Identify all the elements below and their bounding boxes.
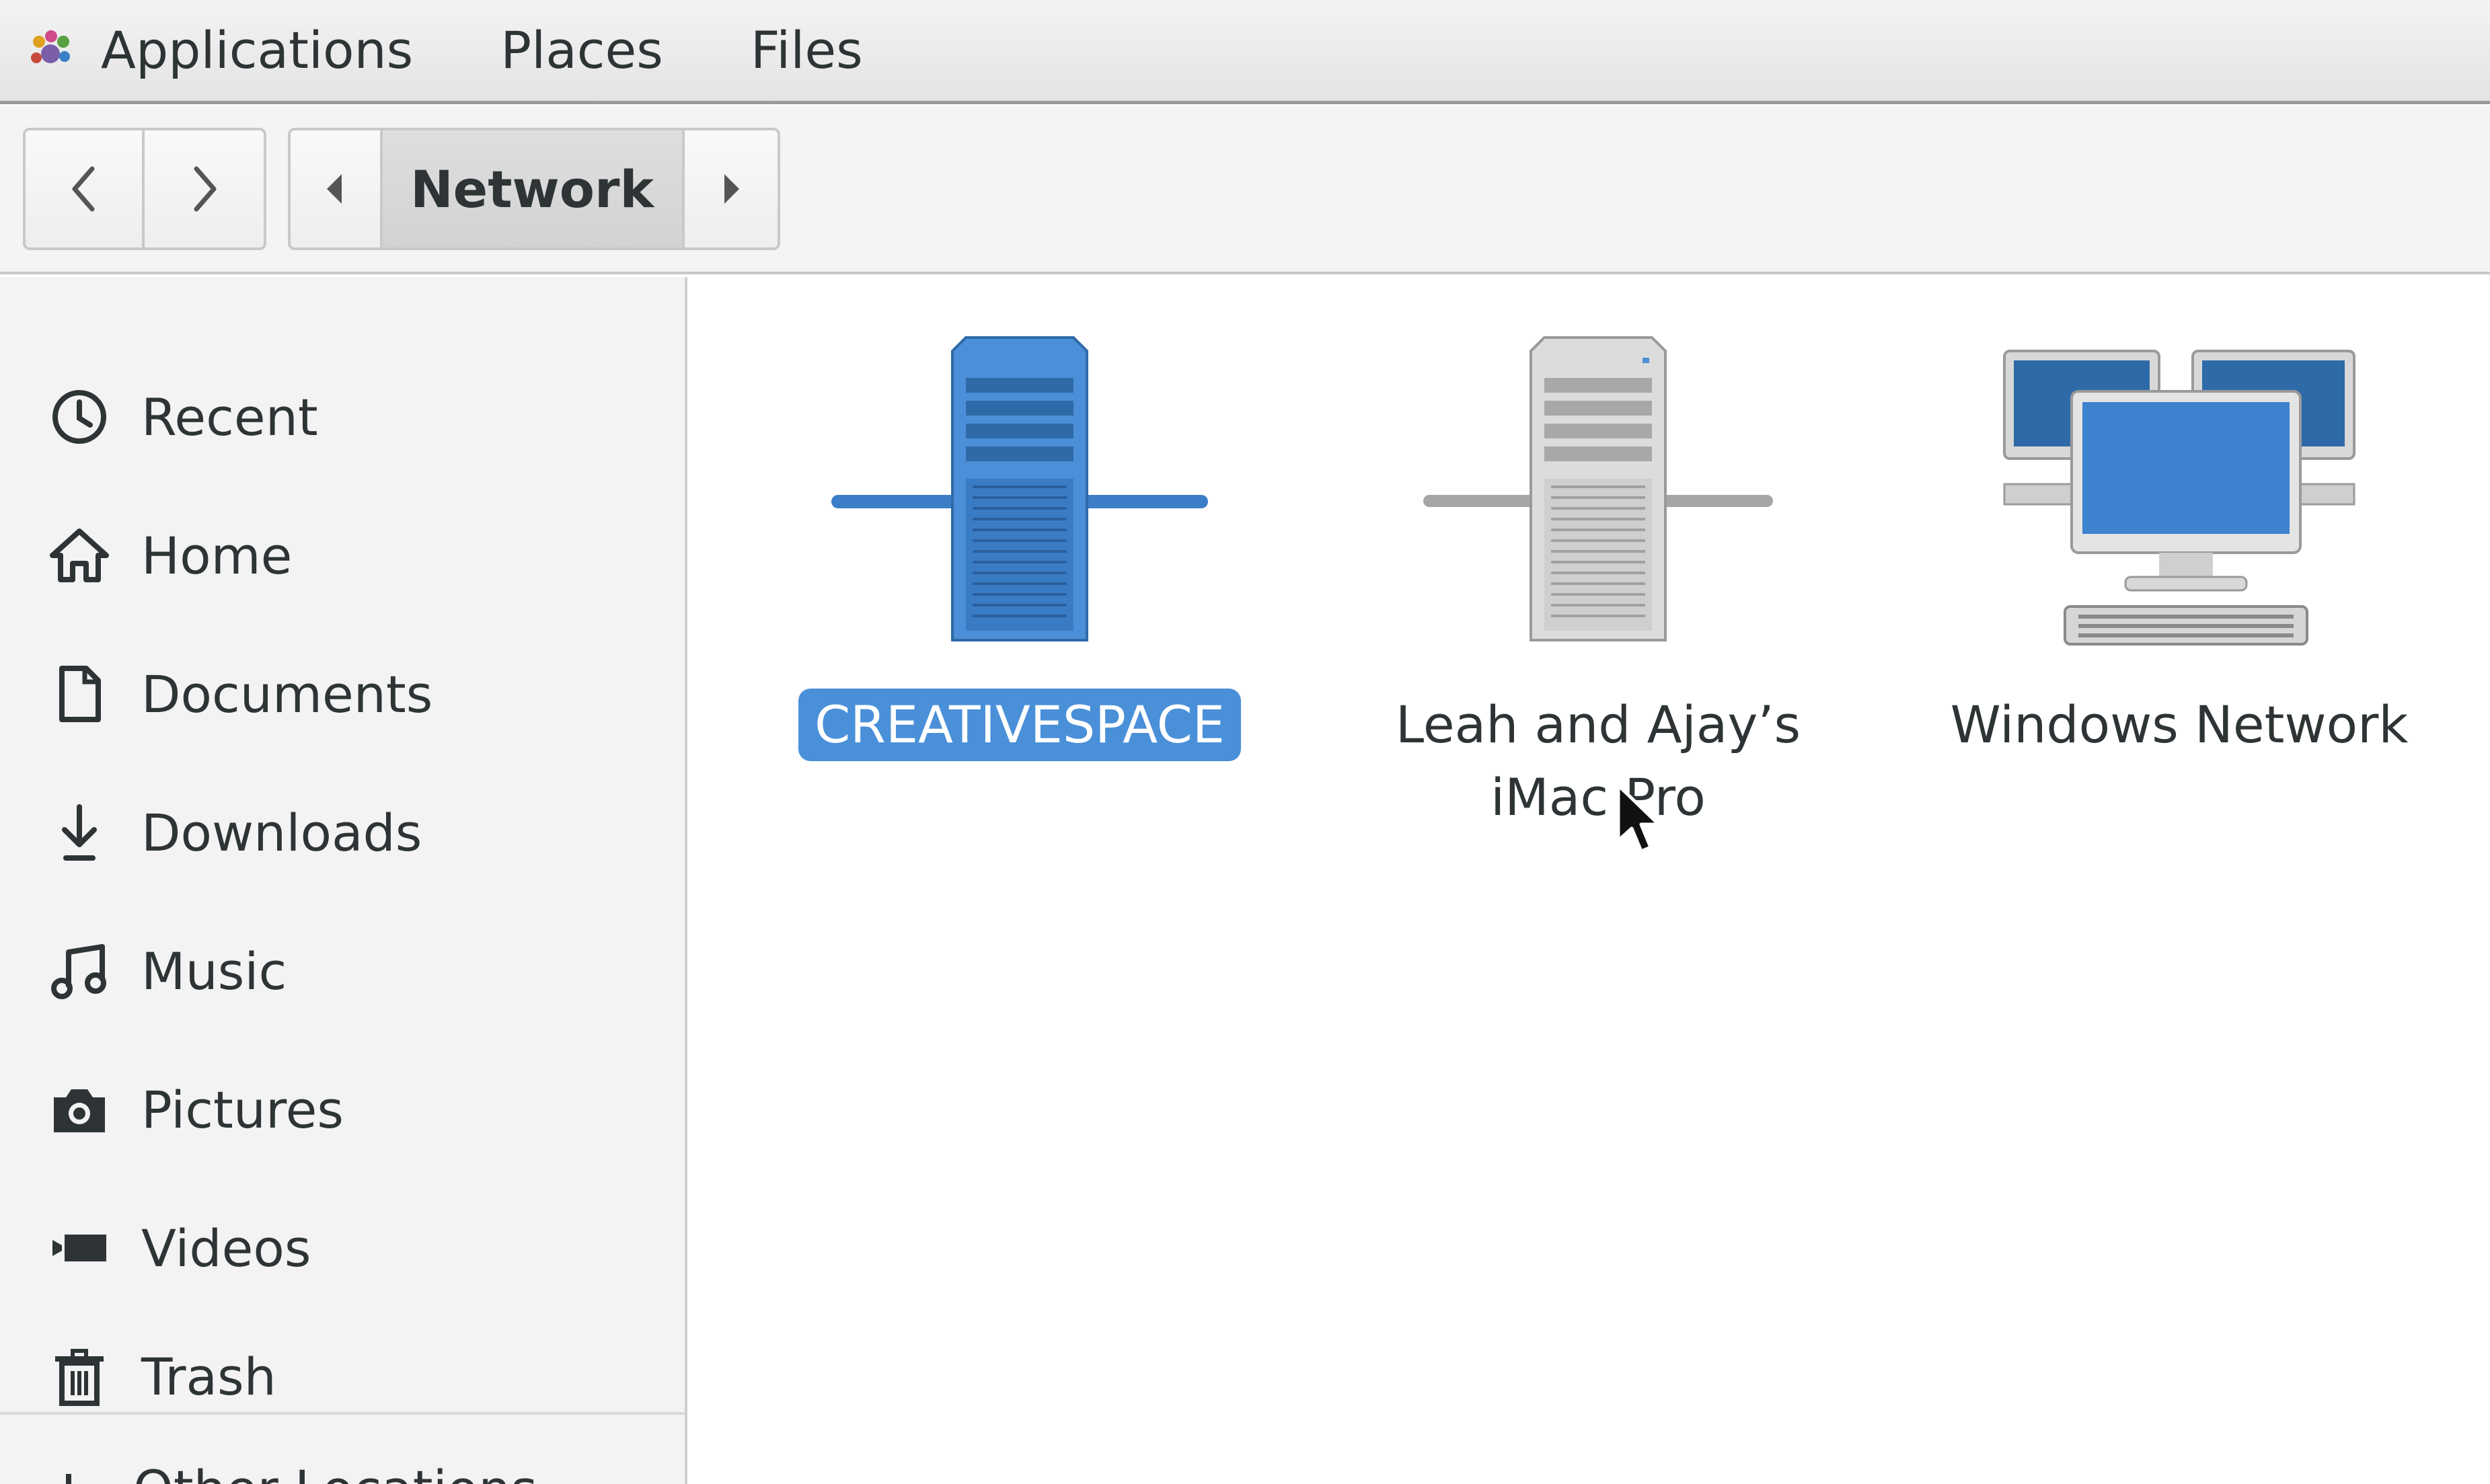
file-label: CREATIVESPACE <box>798 689 1241 761</box>
sidebar-item-label: Downloads <box>141 802 422 863</box>
sidebar-item-label: Videos <box>141 1218 311 1278</box>
file-view: CREATIVESPACE Leah and Ajay’s iMac Pro W… <box>690 277 2490 1484</box>
sidebar-item-label: Music <box>141 941 287 1001</box>
sidebar-item-other-locations[interactable]: Other Locations <box>48 1459 537 1484</box>
triangle-right-icon <box>724 174 739 204</box>
sidebar-item-label: Trash <box>141 1346 276 1407</box>
network-server-icon <box>831 336 1208 641</box>
document-icon <box>48 663 110 725</box>
home-icon <box>48 524 110 586</box>
network-workgroup-icon <box>2003 350 2355 646</box>
sidebar-item-downloads[interactable]: Downloads <box>0 772 685 893</box>
path-scroll-right-button[interactable] <box>685 130 778 247</box>
forward-button[interactable] <box>145 130 264 247</box>
file-item-creativespace[interactable]: CREATIVESPACE <box>730 277 1309 761</box>
sidebar-item-label: Pictures <box>141 1079 344 1140</box>
chevron-left-icon <box>72 166 94 212</box>
files-window: Applications Places Files Network Recent… <box>0 0 2490 1484</box>
sidebar-item-label: Recent <box>141 387 318 447</box>
file-item-windows-network[interactable]: Windows Network <box>1890 277 2468 761</box>
file-label: Windows Network <box>1950 695 2409 754</box>
sidebar-item-documents[interactable]: Documents <box>0 633 685 754</box>
path-button-network[interactable]: Network <box>382 130 685 247</box>
trash-icon <box>48 1345 110 1407</box>
sidebar-item-label: Home <box>141 525 293 586</box>
back-button[interactable] <box>26 130 145 247</box>
navigation-buttons <box>23 128 266 250</box>
clock-icon <box>48 386 110 448</box>
network-server-icon <box>1423 336 1773 641</box>
plus-icon <box>66 1474 71 1484</box>
sidebar-item-home[interactable]: Home <box>0 495 685 616</box>
download-icon <box>48 802 110 863</box>
header-bar: Network <box>0 106 2490 274</box>
sidebar-item-music[interactable]: Music <box>0 910 685 1031</box>
sidebar-item-videos[interactable]: Videos <box>0 1187 685 1309</box>
path-scroll-left-button[interactable] <box>291 130 383 247</box>
menu-places[interactable]: Places <box>500 25 663 76</box>
menu-applications[interactable]: Applications <box>101 25 413 76</box>
triangle-left-icon <box>327 174 342 204</box>
mouse-cursor-icon <box>1616 783 1661 853</box>
sidebar-item-recent[interactable]: Recent <box>0 356 685 477</box>
sidebar: Recent Home Documents Downloads Music Pi… <box>0 277 687 1484</box>
music-icon <box>48 940 110 1002</box>
camera-icon <box>48 1079 110 1140</box>
top-panel: Applications Places Files <box>0 0 2490 104</box>
gnome-foot-icon[interactable] <box>27 27 74 74</box>
sidebar-separator <box>0 1412 685 1415</box>
video-icon <box>48 1217 110 1279</box>
path-bar: Network <box>288 128 780 250</box>
sidebar-item-label: Other Locations <box>133 1459 537 1484</box>
sidebar-item-label: Documents <box>141 664 433 724</box>
chevron-right-icon <box>194 166 216 212</box>
sidebar-item-pictures[interactable]: Pictures <box>0 1049 685 1170</box>
menu-files[interactable]: Files <box>751 25 863 76</box>
file-label: Leah and Ajay’s iMac Pro <box>1395 695 1801 827</box>
file-item-imac-pro[interactable]: Leah and Ajay’s iMac Pro <box>1309 277 1887 834</box>
